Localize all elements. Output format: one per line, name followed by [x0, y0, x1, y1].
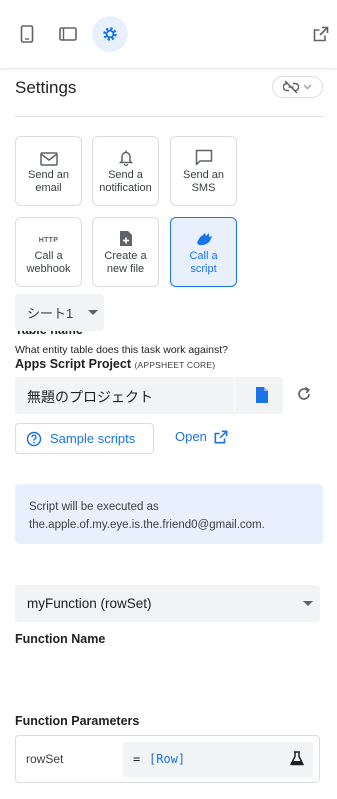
- open-label: Open: [175, 429, 207, 444]
- help-circle-icon: [26, 431, 42, 446]
- bell-icon: [118, 150, 133, 166]
- sample-scripts-label: Sample scripts: [50, 431, 136, 446]
- chat-icon: [195, 149, 212, 166]
- task-create-file[interactable]: Create a new file: [92, 217, 159, 287]
- task-label: Create a new file: [104, 250, 147, 275]
- function-select[interactable]: myFunction (rowSet): [15, 585, 320, 622]
- flask-icon[interactable]: [290, 751, 304, 766]
- task-send-email[interactable]: Send an email: [15, 136, 82, 206]
- open-in-new-icon[interactable]: [303, 16, 337, 52]
- page-title: Settings: [15, 78, 77, 97]
- task-send-notification[interactable]: Send a notification: [92, 136, 159, 206]
- open-project-link[interactable]: Open: [175, 429, 228, 444]
- settings-gear-icon[interactable]: [92, 16, 128, 52]
- phone-icon[interactable]: [9, 16, 45, 52]
- task-send-sms[interactable]: Send an SMS: [170, 136, 237, 206]
- link-toggle-button[interactable]: [272, 76, 323, 98]
- chevron-down-icon: [303, 84, 312, 90]
- task-label: Send a notification: [99, 169, 152, 194]
- email-icon: [39, 152, 58, 166]
- refresh-icon[interactable]: [296, 386, 312, 402]
- function-parameters-row: rowSet = [Row]: [15, 735, 320, 783]
- info-line-2: the.apple.of.my.eye.is.the.friend0@gmail…: [29, 519, 265, 531]
- apps-script-project-title: Apps Script Project: [15, 357, 131, 371]
- table-name-helper: What entity table does this task work ag…: [15, 344, 229, 356]
- table-select-value: シート1: [27, 306, 74, 321]
- project-field[interactable]: 無題のプロジェクト: [15, 377, 283, 414]
- divider: [15, 116, 323, 117]
- field-separator: [234, 377, 235, 414]
- task-call-script[interactable]: Call a script: [170, 217, 237, 287]
- tablet-icon[interactable]: [50, 16, 86, 52]
- task-label: Call a script: [189, 250, 218, 275]
- open-in-new-icon: [214, 430, 228, 443]
- parameter-expression-field[interactable]: = [Row]: [123, 742, 313, 777]
- parameter-name: rowSet: [26, 752, 64, 766]
- script-icon: [196, 233, 212, 246]
- dropdown-caret-icon: [88, 310, 98, 315]
- task-call-webhook[interactable]: HTTP Call a webhook: [15, 217, 82, 287]
- project-name-value: 無題のプロジェクト: [27, 389, 153, 405]
- apps-script-project-label: Apps Script Project (APPSHEET CORE): [15, 357, 215, 371]
- task-label: Send an SMS: [183, 169, 224, 194]
- top-toolbar: [0, 0, 337, 68]
- table-select[interactable]: シート1: [15, 294, 104, 331]
- dropdown-caret-icon: [303, 601, 313, 606]
- function-select-value: myFunction (rowSet): [27, 596, 152, 611]
- task-label: Send an email: [28, 169, 69, 194]
- function-name-label: Function Name: [15, 632, 106, 646]
- link-off-icon: [283, 80, 299, 94]
- file-add-icon: [119, 231, 132, 246]
- expression-value: [Row]: [149, 752, 186, 766]
- execution-info-box: Script will be executed as the.apple.of.…: [15, 484, 323, 544]
- sample-scripts-button[interactable]: Sample scripts: [15, 423, 154, 454]
- apps-script-project-sublabel: (APPSHEET CORE): [134, 360, 216, 370]
- function-parameters-label: Function Parameters: [15, 714, 140, 728]
- task-label: Call a webhook: [26, 250, 71, 275]
- expression-equals: =: [133, 752, 141, 766]
- info-line-1: Script will be executed as: [29, 501, 159, 513]
- file-icon[interactable]: [255, 386, 269, 404]
- http-icon: HTTP: [38, 237, 59, 244]
